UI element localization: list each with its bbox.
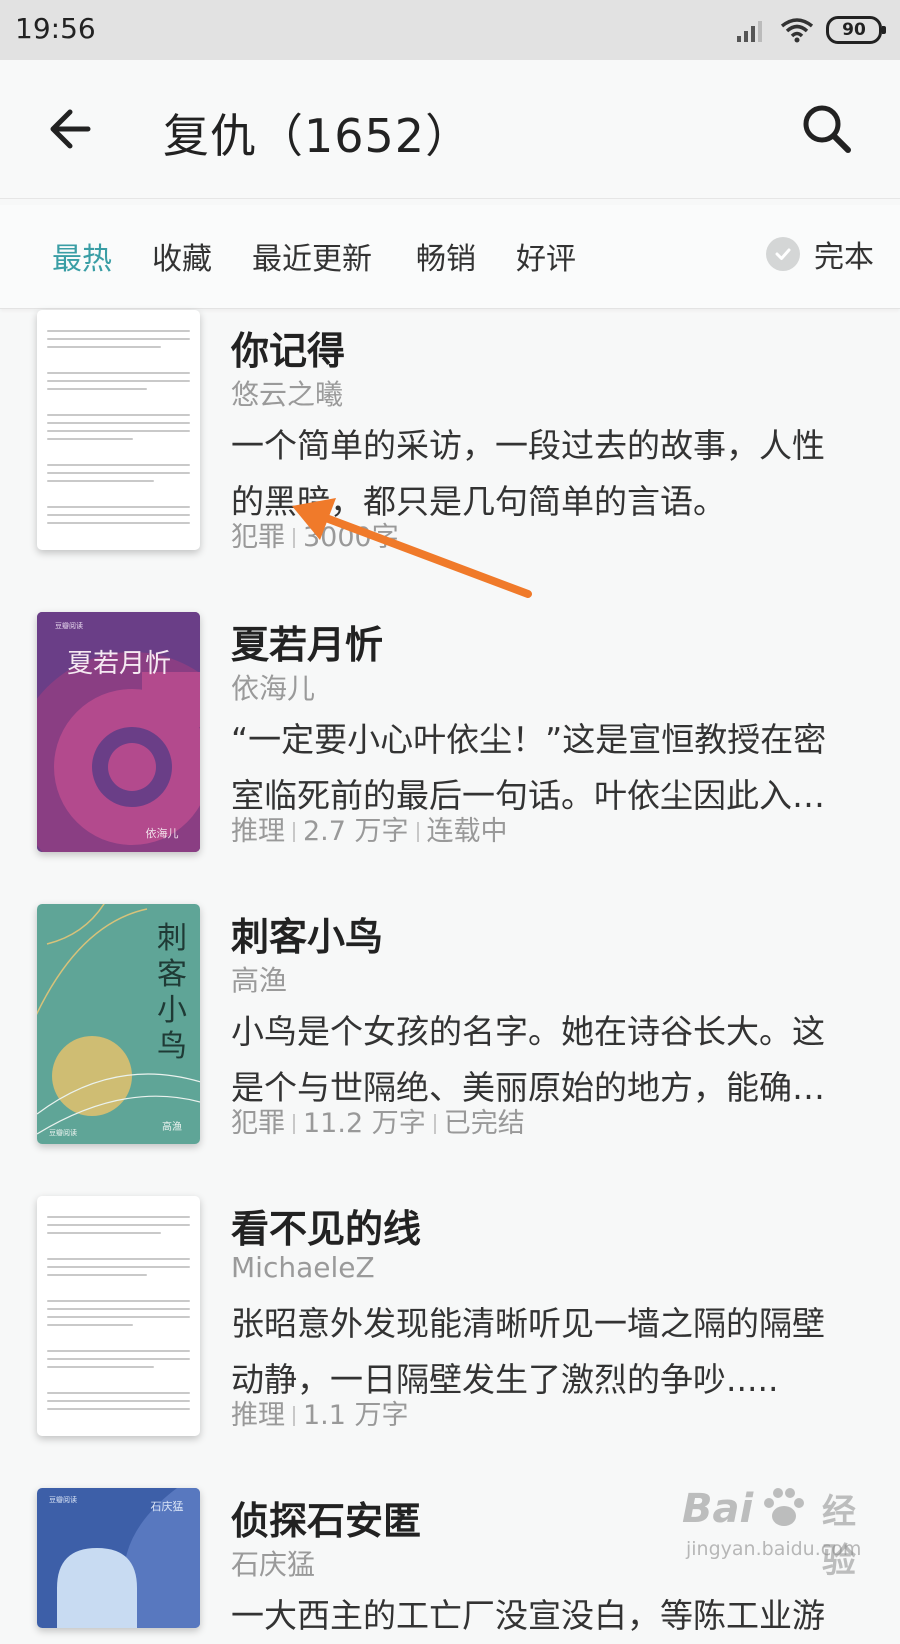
watermark-brand-suffix: 经验 bbox=[822, 1492, 856, 1581]
watermark: Bai 经验 jingyan.baidu.com bbox=[682, 1478, 882, 1588]
watermark-url: jingyan.baidu.com bbox=[686, 1538, 862, 1560]
watermark-brand: Bai bbox=[682, 1486, 754, 1532]
annotation-arrow-icon bbox=[292, 498, 532, 598]
paw-icon bbox=[760, 1486, 808, 1530]
